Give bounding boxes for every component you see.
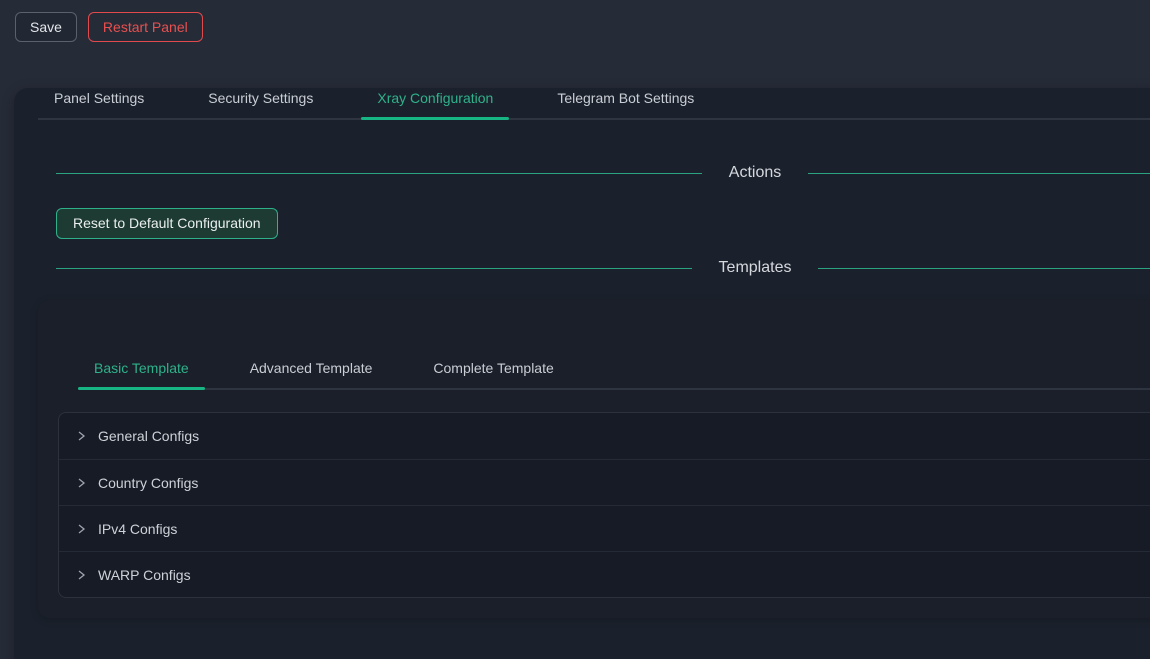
- restart-panel-button[interactable]: Restart Panel: [88, 12, 203, 42]
- divider-line: [56, 268, 692, 269]
- actions-section-divider: Actions: [56, 162, 1150, 184]
- settings-tab-bar: Panel Settings Security Settings Xray Co…: [38, 88, 1150, 120]
- templates-card: Basic Template Advanced Template Complet…: [38, 300, 1150, 618]
- chevron-right-icon: [75, 523, 87, 535]
- accordion-item-ipv4-configs[interactable]: IPv4 Configs: [59, 505, 1150, 551]
- xray-configuration-panel: Actions Reset to Default Configuration T…: [14, 162, 1150, 618]
- accordion-item-label: WARP Configs: [98, 567, 191, 583]
- accordion-item-label: General Configs: [98, 428, 199, 444]
- divider-line: [818, 268, 1150, 269]
- tab-advanced-template[interactable]: Advanced Template: [234, 358, 389, 388]
- settings-card: Panel Settings Security Settings Xray Co…: [14, 88, 1150, 659]
- tab-telegram-bot-settings[interactable]: Telegram Bot Settings: [541, 88, 710, 118]
- accordion-item-label: IPv4 Configs: [98, 521, 177, 537]
- tab-security-settings[interactable]: Security Settings: [192, 88, 329, 118]
- chevron-right-icon: [75, 477, 87, 489]
- divider-line: [808, 173, 1150, 174]
- save-button[interactable]: Save: [15, 12, 77, 42]
- tab-basic-template[interactable]: Basic Template: [78, 358, 205, 388]
- accordion-item-country-configs[interactable]: Country Configs: [59, 459, 1150, 505]
- template-configs-accordion: General Configs Country Configs: [58, 412, 1150, 598]
- reset-to-default-configuration-button[interactable]: Reset to Default Configuration: [56, 208, 278, 239]
- templates-section-divider: Templates: [56, 257, 1150, 279]
- toolbar: Save Restart Panel: [0, 0, 1150, 52]
- actions-section-title: Actions: [702, 164, 808, 182]
- accordion-item-warp-configs[interactable]: WARP Configs: [59, 551, 1150, 597]
- accordion-item-label: Country Configs: [98, 475, 198, 491]
- divider-line: [56, 173, 702, 174]
- accordion-item-general-configs[interactable]: General Configs: [59, 413, 1150, 459]
- tab-xray-configuration[interactable]: Xray Configuration: [361, 88, 509, 118]
- tab-complete-template[interactable]: Complete Template: [417, 358, 569, 388]
- chevron-right-icon: [75, 569, 87, 581]
- tab-panel-settings[interactable]: Panel Settings: [38, 88, 160, 118]
- template-tab-bar: Basic Template Advanced Template Complet…: [78, 300, 1150, 390]
- templates-section-title: Templates: [692, 259, 819, 277]
- chevron-right-icon: [75, 430, 87, 442]
